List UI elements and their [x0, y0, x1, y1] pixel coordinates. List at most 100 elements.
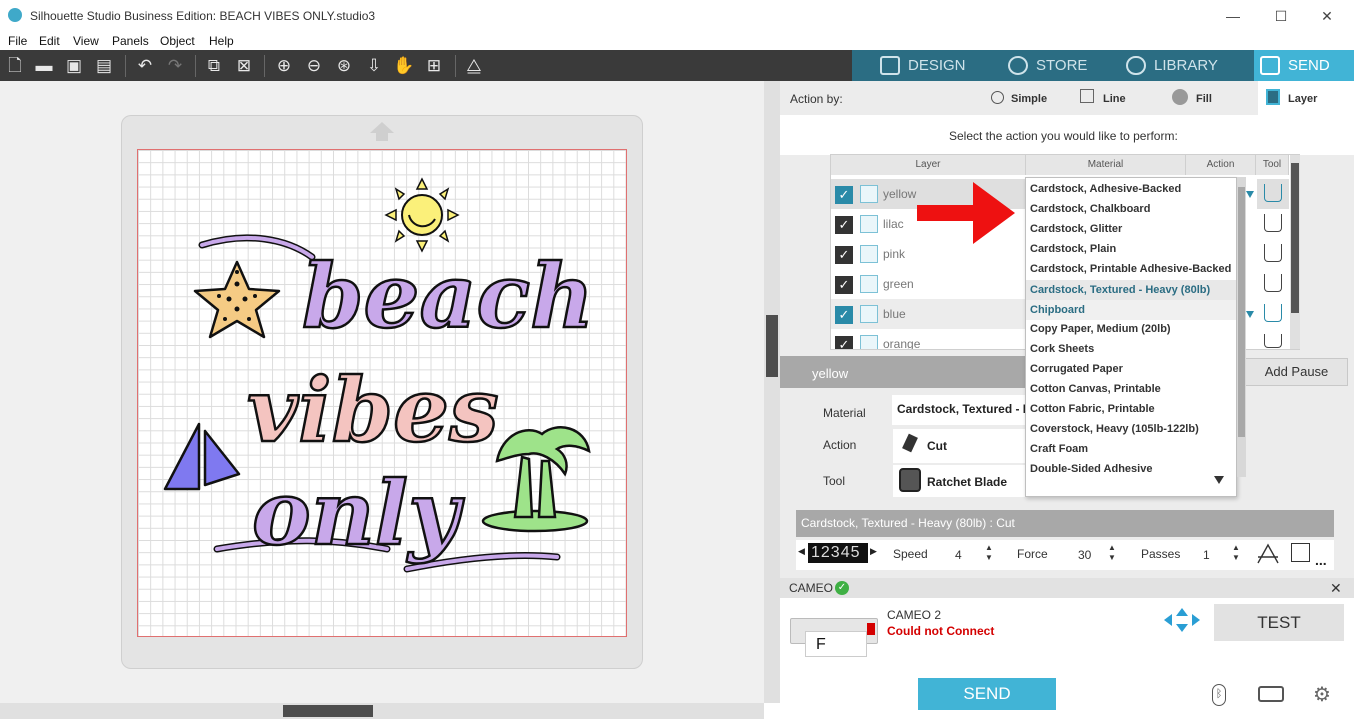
column-header-tool[interactable]: Tool	[1256, 155, 1289, 175]
add-pause-button[interactable]: Add Pause	[1245, 358, 1348, 386]
dropdown-scrollbar[interactable]	[1237, 177, 1246, 477]
dropdown-chevron-down-icon[interactable]	[1214, 476, 1224, 484]
move-down-icon[interactable]: ⇩	[362, 54, 386, 78]
close-window-button[interactable]: ✕	[1304, 4, 1350, 28]
material-option[interactable]: Double-Sided Adhesive	[1030, 463, 1152, 475]
machine-settings-icon[interactable]	[1258, 686, 1284, 702]
tab-send[interactable]: SEND	[1254, 50, 1354, 81]
word-beach[interactable]: beach	[301, 243, 596, 350]
force-input[interactable]: 30	[1074, 544, 1110, 564]
ungroup-icon[interactable]: ⊠	[232, 54, 256, 78]
menu-view[interactable]: View	[73, 34, 99, 48]
canvas-vertical-scrollbar[interactable]	[764, 81, 780, 703]
blade-left-arrow-icon[interactable]: ◀	[798, 546, 805, 557]
material-select[interactable]: Cardstock, Textured - H	[892, 395, 1032, 425]
tab-design[interactable]: DESIGN	[874, 50, 982, 81]
speed-input[interactable]: 4	[951, 544, 987, 564]
menu-edit[interactable]: Edit	[39, 34, 60, 48]
horizontal-scroll-thumb[interactable]	[283, 705, 373, 717]
layer-checkbox[interactable]: ✓	[835, 186, 853, 204]
action-dropdown-arrow-icon[interactable]	[1246, 311, 1254, 318]
layer-row-green[interactable]: ✓ green	[831, 269, 1026, 299]
layer-row-orange[interactable]: ✓ orange	[831, 329, 1026, 349]
action-dropdown-arrow-icon[interactable]	[1246, 191, 1254, 198]
material-option[interactable]: Coverstock, Heavy (105lb-122lb)	[1030, 423, 1199, 435]
minimize-button[interactable]: —	[1210, 4, 1256, 28]
material-dropdown-list[interactable]: Cardstock, Adhesive-Backed Cardstock, Ch…	[1025, 177, 1237, 497]
table-scroll-thumb[interactable]	[1291, 163, 1299, 313]
sailboat-shape[interactable]	[163, 422, 241, 491]
layer-row-blue[interactable]: ✓ blue	[831, 299, 1026, 329]
bluetooth-icon[interactable]: ᛒ	[1212, 684, 1226, 706]
print-icon[interactable]: ▤	[92, 54, 116, 78]
group-icon[interactable]: ⧉	[202, 54, 226, 78]
trace-icon[interactable]: ⧋	[462, 54, 486, 78]
material-option-selected[interactable]: Cardstock, Textured - Heavy (80lb)	[1026, 280, 1236, 300]
table-scrollbar[interactable]	[1290, 155, 1300, 349]
material-option[interactable]: Copy Paper, Medium (20lb)	[1030, 323, 1171, 335]
dropdown-scroll-thumb[interactable]	[1238, 187, 1245, 437]
action-by-line[interactable]: Line	[1103, 93, 1126, 105]
line-segment-overcut-icon[interactable]	[1256, 543, 1280, 565]
passes-input[interactable]: 1	[1199, 544, 1235, 564]
word-only[interactable]: only	[251, 460, 467, 567]
blade-right-arrow-icon[interactable]: ▶	[870, 546, 877, 557]
material-option[interactable]: Craft Foam	[1030, 443, 1088, 455]
tab-store[interactable]: STORE	[1002, 50, 1102, 81]
redo-icon[interactable]: ↷	[163, 54, 187, 78]
menu-help[interactable]: Help	[209, 34, 234, 48]
word-vibes[interactable]: vibes	[246, 357, 500, 464]
open-folder-icon[interactable]: ▬	[32, 54, 56, 78]
test-button[interactable]: TEST	[1214, 604, 1344, 641]
zoom-in-icon[interactable]: ⊕	[272, 54, 296, 78]
new-file-icon[interactable]: 🗋	[3, 54, 27, 78]
passes-stepper-icon[interactable]: ▲ ▼	[1232, 543, 1240, 563]
column-header-layer[interactable]: Layer	[831, 155, 1026, 175]
tool-select[interactable]: Ratchet Blade	[893, 465, 1033, 497]
action-by-layer[interactable]: Layer	[1288, 93, 1317, 105]
layer-checkbox[interactable]: ✓	[835, 246, 853, 264]
material-option[interactable]: Cardstock, Chalkboard	[1030, 203, 1150, 215]
close-device-panel-icon[interactable]: ✕	[1330, 580, 1342, 597]
design-artwork[interactable]: beach vibes only	[137, 149, 627, 637]
vertical-scroll-thumb[interactable]	[766, 315, 778, 377]
material-option[interactable]: Cardstock, Adhesive-Backed	[1030, 183, 1181, 195]
material-option[interactable]: Cotton Fabric, Printable	[1030, 403, 1155, 415]
pan-hand-icon[interactable]: ✋	[392, 54, 416, 78]
fit-page-icon[interactable]: ⊞	[422, 54, 446, 78]
column-header-material[interactable]: Material	[1026, 155, 1186, 175]
menu-panels[interactable]: Panels	[112, 34, 149, 48]
more-options-icon[interactable]: ...	[1315, 552, 1327, 568]
material-option[interactable]: Cardstock, Printable Adhesive-Backed	[1030, 263, 1231, 275]
simple-radio-icon[interactable]	[991, 91, 1004, 104]
save-icon[interactable]: ▣	[62, 54, 86, 78]
material-option-hovered[interactable]: Chipboard	[1026, 300, 1236, 320]
action-by-fill[interactable]: Fill	[1196, 93, 1212, 105]
maximize-button[interactable]: ☐	[1258, 4, 1304, 28]
layer-checkbox[interactable]: ✓	[835, 216, 853, 234]
gear-icon[interactable]: ⚙	[1313, 682, 1331, 707]
column-header-action[interactable]: Action	[1186, 155, 1256, 175]
layer-checkbox[interactable]: ✓	[835, 336, 853, 349]
cut-box-icon[interactable]	[1291, 543, 1310, 562]
canvas-horizontal-scrollbar[interactable]	[0, 703, 764, 719]
send-button[interactable]: SEND	[918, 678, 1056, 710]
zoom-out-icon[interactable]: ⊖	[302, 54, 326, 78]
starfish-shape[interactable]	[193, 260, 281, 339]
menu-object[interactable]: Object	[160, 34, 195, 48]
tab-library[interactable]: LIBRARY	[1120, 50, 1230, 81]
layer-checkbox[interactable]: ✓	[835, 306, 853, 324]
move-arrows-icon[interactable]	[1162, 606, 1202, 634]
sun-shape[interactable]	[384, 177, 460, 253]
material-option[interactable]: Corrugated Paper	[1030, 363, 1123, 375]
material-option[interactable]: Cotton Canvas, Printable	[1030, 383, 1161, 395]
material-option[interactable]: Cork Sheets	[1030, 343, 1094, 355]
material-option[interactable]: Cardstock, Glitter	[1030, 223, 1122, 235]
layer-checkbox[interactable]: ✓	[835, 276, 853, 294]
action-by-simple[interactable]: Simple	[1011, 93, 1047, 105]
undo-icon[interactable]: ↶	[133, 54, 157, 78]
zoom-fit-icon[interactable]: ⊛	[332, 54, 356, 78]
palm-tree-shape[interactable]	[481, 426, 591, 533]
menu-file[interactable]: File	[8, 34, 27, 48]
action-select[interactable]: Cut	[893, 429, 1033, 463]
